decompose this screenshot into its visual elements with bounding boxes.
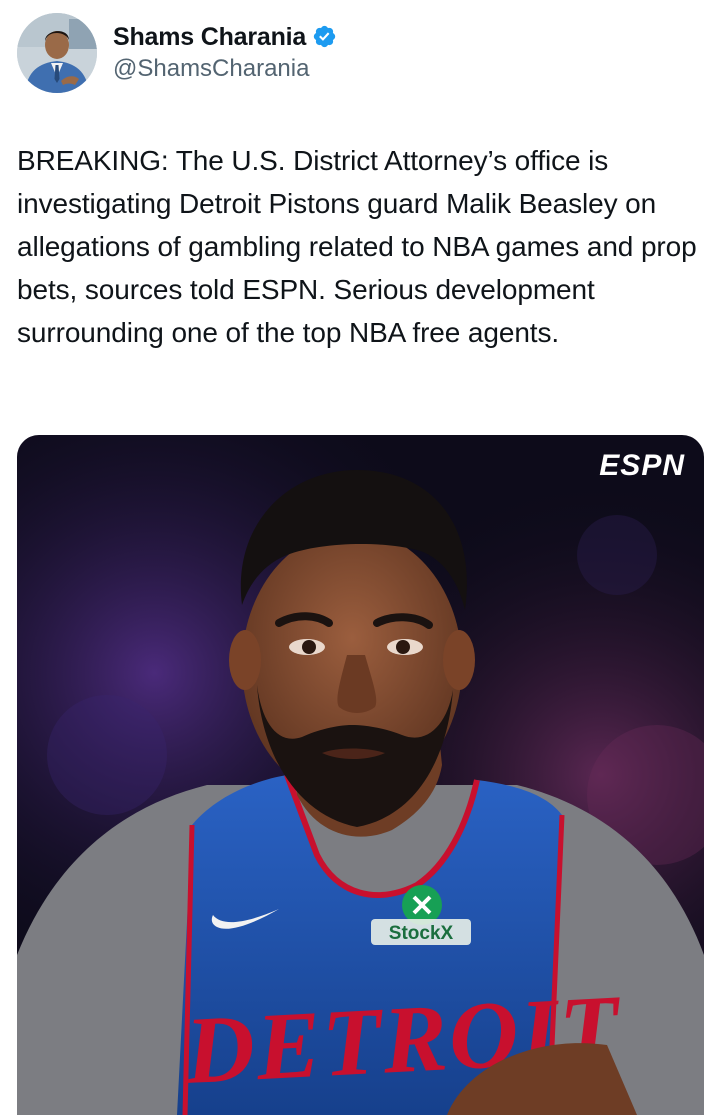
avatar-image (17, 13, 97, 93)
verified-badge-icon[interactable] (312, 24, 337, 49)
espn-watermark: ESPN (599, 449, 685, 482)
player-photo: StockX DETROIT ESPN (17, 435, 704, 1115)
name-row: Shams Charania (113, 22, 337, 52)
avatar[interactable] (17, 13, 97, 93)
jersey-sponsor-text: StockX (389, 923, 454, 944)
author-info: Shams Charania @ShamsCharania (113, 22, 337, 85)
tweet-card: Shams Charania @ShamsCharania BREAKING: … (0, 0, 720, 1115)
user-handle[interactable]: @ShamsCharania (113, 53, 337, 85)
tweet-text: BREAKING: The U.S. District Attorney’s o… (17, 145, 705, 348)
display-name[interactable]: Shams Charania (113, 22, 306, 52)
tweet-header: Shams Charania @ShamsCharania (17, 12, 337, 94)
tweet-media-image[interactable]: StockX DETROIT ESPN (17, 435, 704, 1115)
